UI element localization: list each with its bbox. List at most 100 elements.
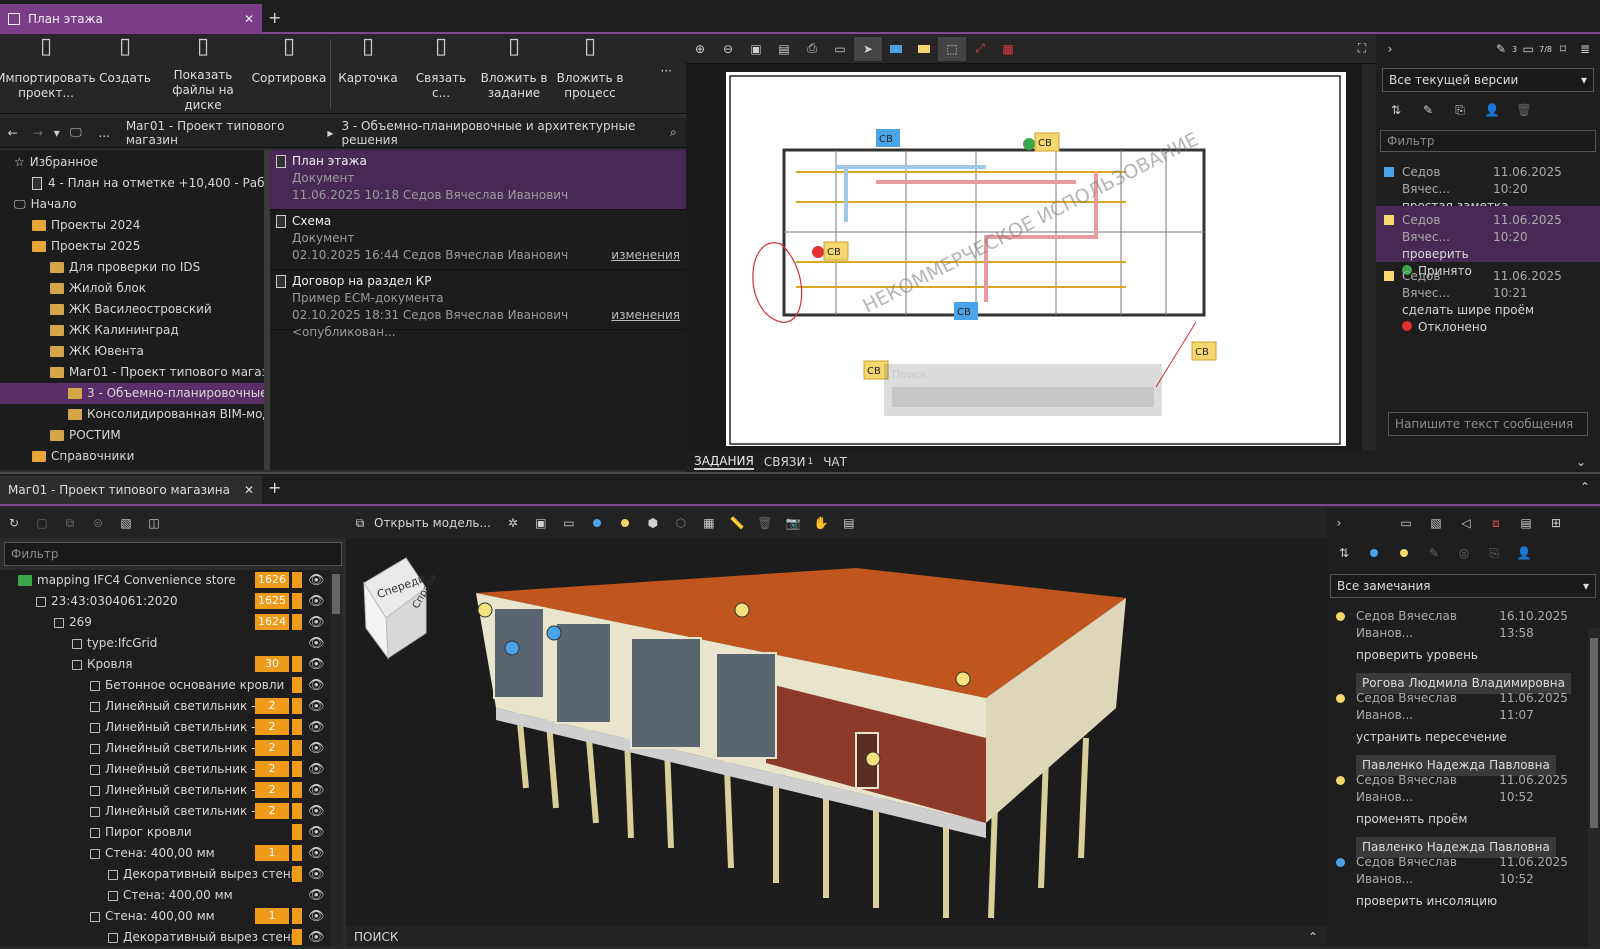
note-item[interactable]: Седов Вячес...11.06.2025 10:20простая за… [1376,158,1600,213]
frame-icon[interactable]: ▢ [28,511,56,535]
ribbon-button[interactable]: ▯ Импортировать проект... [0,35,96,113]
pointer-icon[interactable]: ➤ [854,36,882,61]
eye-icon[interactable]: 👁 [308,591,325,612]
yellow-note-icon[interactable] [910,37,938,61]
remark-item[interactable]: Седов Вячеслав Иванов... 11.06.2025 11:07… [1326,686,1600,776]
comment-icon[interactable]: ▭ [1517,37,1539,61]
model-tree-item[interactable]: Линейный светильник - С... 2 👁 [0,759,330,780]
zoom-in-icon[interactable]: ⊕ [686,37,714,61]
sort-icon[interactable]: ⇅ [1382,98,1410,122]
model-tree-item[interactable]: Линейный светильник - С... 2 👁 [0,780,330,801]
chevron-right-icon[interactable]: › [1380,37,1400,61]
open-model-icon[interactable]: ⧉ [346,511,374,535]
zoom-out-icon[interactable]: ⊖ [714,37,742,61]
trash-icon[interactable]: 🗑 [1510,98,1538,122]
eye-icon[interactable]: 👁 [308,570,325,591]
more-icon[interactable]: ··· [661,64,672,78]
tree-icon[interactable]: ⧉ [56,511,84,535]
model-tree-item[interactable]: mapping IFC4 Convenience store 1626 👁 [0,570,330,591]
fit-page-icon[interactable]: ▣ [742,37,770,61]
eye-icon[interactable]: 👁 [308,654,325,675]
message-input[interactable]: Напишите текст сообщения [1388,412,1588,436]
remarks-scrollbar[interactable] [1588,628,1600,947]
pencil-icon[interactable]: ✎ [1414,98,1442,122]
model-tree-item[interactable]: Стена: 400,00 мм 1 👁 [0,843,330,864]
measure-icon[interactable]: ⤢ [966,37,994,61]
tree-item[interactable]: Консолидированная BIM-мод... [0,404,264,425]
comment-icon[interactable]: ▭ [1392,511,1420,535]
search-icon[interactable]: ⌕ [661,121,686,145]
model-tree-scrollbar[interactable] [330,570,342,947]
yellow-point-icon[interactable] [611,511,639,535]
tree-item[interactable]: Проекты 2024 [0,215,264,236]
report-icon[interactable]: ▤ [835,511,863,535]
model-tree-item[interactable]: Стена: 400,00 мм 1 👁 [0,906,330,927]
tree-item[interactable]: Проекты 2025 [0,236,264,257]
notes-filter-input[interactable]: Фильтр [1380,130,1596,152]
image-icon[interactable]: ▧ [112,511,140,535]
back-icon[interactable]: ← [0,121,25,145]
print-icon[interactable]: ⎙ [798,37,826,61]
breadcrumb-ellipsis[interactable]: ... [98,126,109,140]
doc-icon[interactable]: ▤ [1512,511,1540,535]
eye-icon[interactable]: 👁 [308,696,325,717]
pencil-icon[interactable]: ✎ [1420,541,1448,565]
user-icon[interactable]: 👤 [1478,98,1506,122]
add-tab-button[interactable]: + [268,478,281,497]
blue-point-icon[interactable] [583,511,611,535]
breadcrumb-item[interactable]: 3 - Объемно-планировочные и архитектурны… [341,119,660,147]
note-item[interactable]: Седов Вячес... 11.06.2025 10:21 сделать ши… [1376,262,1600,334]
model-tree-item[interactable]: Линейный светильник - С... 2 👁 [0,738,330,759]
prev-icon[interactable]: ◂ ▸ ▾ [1124,391,1148,404]
breadcrumb-item[interactable]: Маг01 - Проект типового магазин [126,119,320,147]
fullscreen-icon[interactable]: ⛶ [1348,37,1376,61]
eye-icon[interactable]: 👁 [308,759,325,780]
bookmark-icon[interactable]: ⌑ [1552,37,1574,61]
eye-icon[interactable]: 👁 [308,927,325,947]
tree-item[interactable]: Для проверки по IDS [0,257,264,278]
open-model-button[interactable]: Открыть модель... [374,516,491,530]
remark-item[interactable]: Седов Вячеслав Иванов... 11.06.2025 10:52… [1326,850,1600,932]
area-select-icon[interactable]: ⬚ [938,36,966,61]
ribbon-button[interactable]: ▯ Сортировка [248,35,330,113]
hand-icon[interactable]: ✋ [807,511,835,535]
hierarchy-icon[interactable]: ⊞ [1542,511,1570,535]
remark-item[interactable]: Седов Вячеслав Иванов... 11.06.2025 10:52… [1326,768,1600,858]
eye-icon[interactable]: 👁 [308,612,325,633]
chevron-right-icon[interactable]: › [1328,511,1350,535]
eye-icon[interactable]: 👁 [308,780,325,801]
note-item[interactable]: Седов Вячес... 11.06.2025 10:20 проверить П… [1376,206,1600,278]
document-item[interactable]: Договор на раздел КР Пример ЕСМ-документа… [270,270,686,339]
filter-icon[interactable]: ⊜ [84,511,112,535]
attach-icon[interactable]: ⎘ [1446,98,1474,122]
document-item[interactable]: Схема Документ 02.10.2025 16:44 Седов Вяче… [270,210,686,270]
eye-icon[interactable]: 👁 [308,675,325,696]
tree-item[interactable]: РОСТИМ [0,425,264,446]
present-icon[interactable]: ▭ [826,37,854,61]
model-tree-item[interactable]: 269 1624 👁 [0,612,330,633]
ribbon-button[interactable]: ▯ Создать [92,35,158,113]
eye-icon[interactable]: 👁 [308,822,325,843]
tab-links[interactable]: СВЯЗИ [764,455,806,469]
model-tree-item[interactable]: Линейный светильник - С... 2 👁 [0,696,330,717]
model-filter-input[interactable]: Фильтр [4,542,342,566]
image-icon[interactable]: ▧ [1422,511,1450,535]
tab-model[interactable]: Маг01 - Проект типового магазина ✕ [0,476,262,504]
computer-icon[interactable]: 🖵 [63,121,88,145]
eye-icon[interactable]: 👁 [308,906,325,927]
model-tree-item[interactable]: Бетонное основание кровли 👁 [0,675,330,696]
yellow-point-icon[interactable] [1390,541,1418,565]
remark-item[interactable]: Седов Вячеслав Иванов... 16.10.2025 13:58… [1326,604,1600,694]
frame-icon[interactable]: ▣ [527,511,555,535]
model-tree-item[interactable]: Линейный светильник - С... 2 👁 [0,717,330,738]
close-icon[interactable]: ✕ [244,483,254,497]
tree-item[interactable]: Жилой блок [0,278,264,299]
tab-floor-plan[interactable]: План этажа ✕ [0,4,262,34]
blue-point-icon[interactable] [1360,541,1388,565]
ribbon-button[interactable]: ▯ Связать с... [405,35,477,113]
model-tree-item[interactable]: Пирог кровли 👁 [0,822,330,843]
forward-icon[interactable]: → [25,121,50,145]
changes-link[interactable]: изменения [611,307,680,341]
eye-icon[interactable]: 👁 [308,801,325,822]
model-tree-item[interactable]: Линейный светильник - С... 2 👁 [0,801,330,822]
